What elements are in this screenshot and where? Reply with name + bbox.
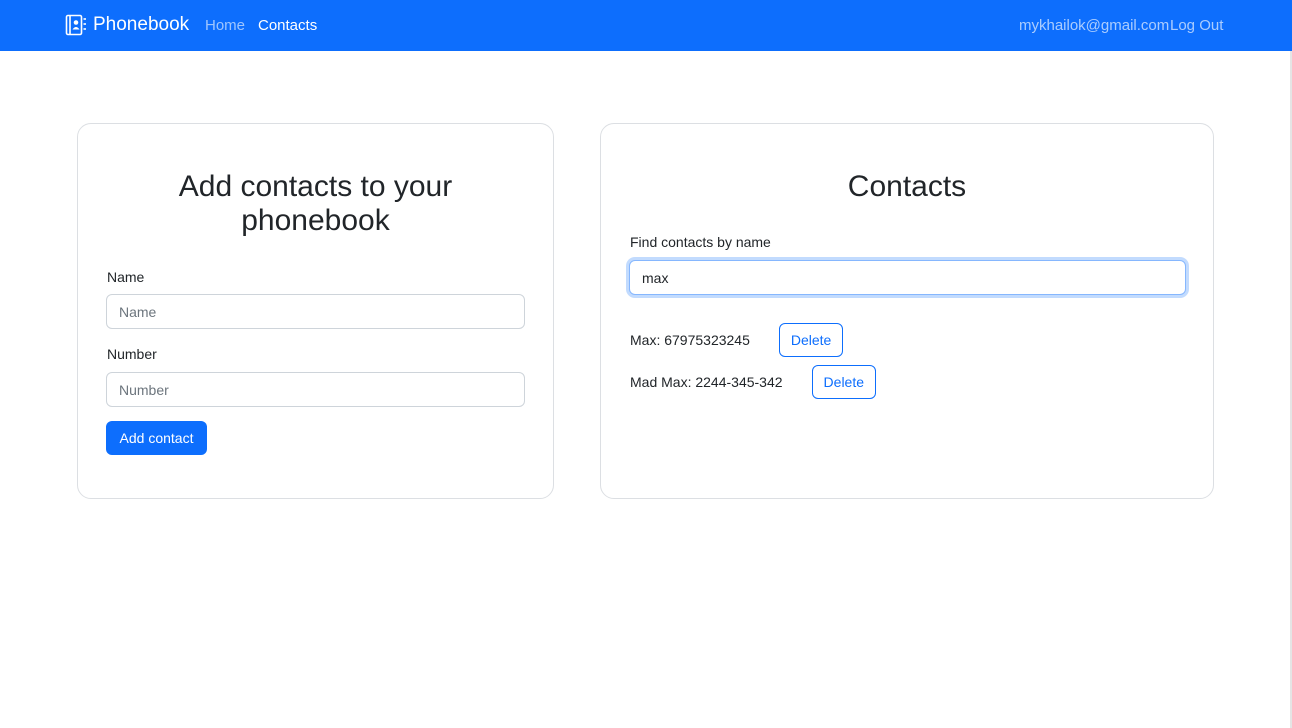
filter-input[interactable]	[629, 260, 1186, 295]
nav-contacts-link[interactable]: Contacts	[258, 17, 317, 34]
add-contact-title: Add contacts to your phonebook	[178, 170, 453, 237]
filter-label: Find contacts by name	[630, 234, 771, 250]
name-label: Name	[107, 269, 145, 285]
contact-text: Max: 67975323245	[630, 332, 750, 348]
contact-item: Max: 67975323245 Delete	[630, 323, 844, 357]
delete-button[interactable]: Delete	[811, 365, 877, 399]
number-label: Number	[107, 346, 157, 362]
nav-home-link[interactable]: Home	[205, 17, 245, 34]
brand-name: Phonebook	[93, 14, 190, 35]
name-input[interactable]	[106, 294, 525, 329]
delete-button[interactable]: Delete	[778, 323, 844, 357]
logout-link[interactable]: Log Out	[1170, 17, 1223, 34]
contact-text: Mad Max: 2244-345-342	[630, 374, 783, 390]
user-email: mykhailok@gmail.com	[1019, 17, 1170, 34]
brand-link[interactable]: Phonebook	[65, 14, 189, 36]
address-book-icon	[65, 14, 86, 36]
add-contact-button[interactable]: Add contact	[106, 421, 207, 455]
add-contact-card: Add contacts to your phonebook Name Numb…	[77, 123, 554, 499]
top-navbar: Phonebook Home Contacts mykhailok@gmail.…	[0, 0, 1292, 51]
number-input[interactable]	[106, 372, 525, 407]
contacts-card: Contacts Find contacts by name Max: 6797…	[600, 123, 1214, 499]
contact-item: Mad Max: 2244-345-342 Delete	[630, 365, 877, 399]
contacts-title: Contacts	[847, 170, 967, 203]
